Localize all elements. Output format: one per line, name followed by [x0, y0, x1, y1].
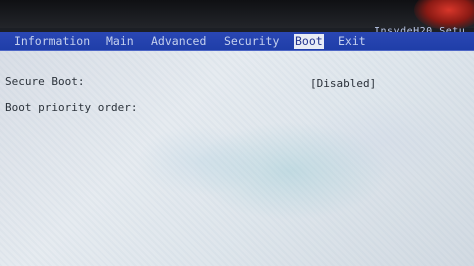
tab-exit[interactable]: Exit [337, 34, 367, 49]
tab-advanced[interactable]: Advanced [150, 34, 207, 49]
boot-settings-panel: Secure Boot: [Disabled] Boot priority or… [0, 51, 474, 266]
boot-priority-order-label[interactable]: Boot priority order: [5, 101, 137, 114]
secure-boot-value[interactable]: [Disabled] [310, 77, 376, 90]
tab-main[interactable]: Main [105, 34, 135, 49]
bios-screen: InsydeH20 Setu Information Main Advanced… [0, 0, 474, 266]
monitor-bezel [0, 0, 474, 28]
secure-boot-label: Secure Boot: [5, 75, 85, 88]
tab-security[interactable]: Security [223, 34, 280, 49]
tab-information[interactable]: Information [13, 34, 91, 49]
tab-boot[interactable]: Boot [294, 34, 324, 49]
bios-menu-bar: Information Main Advanced Security Boot … [0, 32, 474, 51]
